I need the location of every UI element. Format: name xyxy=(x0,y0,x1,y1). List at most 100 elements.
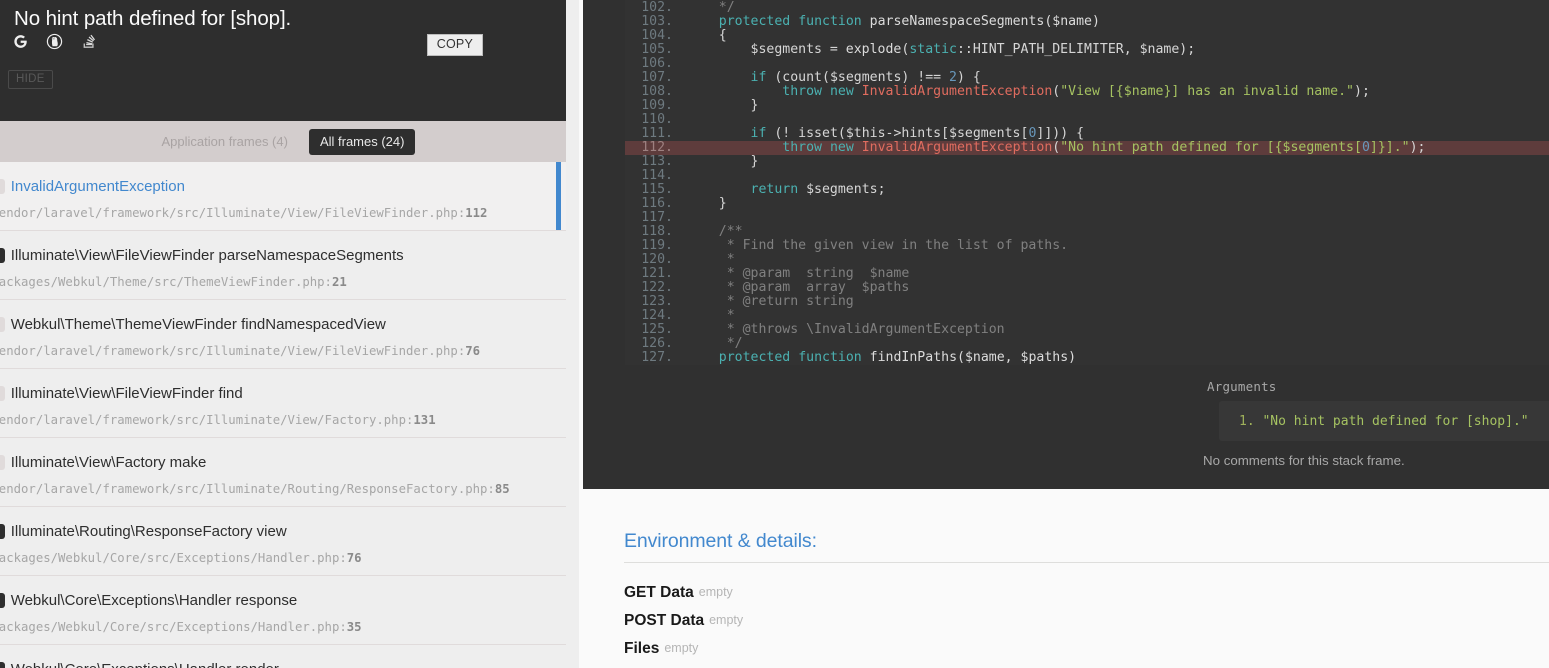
frame-row[interactable]: 21 Webkul\Theme\ThemeViewFinder findNames… xyxy=(0,300,566,369)
code-line: 117. xyxy=(625,211,1549,225)
code-token: "No hint path defined for [{$segments[ xyxy=(1060,140,1362,155)
code-line: 107. if (count($segments) !== 2) { xyxy=(625,71,1549,85)
code-line: 123. * @return string xyxy=(625,295,1549,309)
frame-number: 22 xyxy=(0,248,5,263)
code-token: InvalidArgumentException xyxy=(861,84,1053,99)
code-line: 115. return $segments; xyxy=(625,183,1549,197)
code-token: protected xyxy=(718,350,791,365)
code-token: if xyxy=(750,70,767,85)
code-line-number: 121. xyxy=(641,266,673,281)
hide-button[interactable]: HIDE xyxy=(8,70,53,89)
frame-file-path: /vendor/laravel/framework/src/Illuminate… xyxy=(0,344,481,358)
code-token: } xyxy=(687,98,759,113)
code-line: 126. */ xyxy=(625,337,1549,351)
frame-file-path: /vendor/laravel/framework/src/Illuminate… xyxy=(0,413,436,427)
frame-line-number: 85 xyxy=(494,482,510,496)
tab-all-frames[interactable]: All frames (24) xyxy=(308,128,416,155)
frame-label: Webkul\Theme\ThemeViewFinder findNamespa… xyxy=(10,316,386,333)
frame-label: Webkul\Core\Exceptions\Handler response xyxy=(10,592,298,609)
frame-label: InvalidArgumentException xyxy=(10,178,185,195)
code-token: * @param string $name xyxy=(687,266,910,281)
code-line-number: 115. xyxy=(641,182,673,197)
code-line-number: 126. xyxy=(641,336,673,351)
search-engines-row xyxy=(10,31,99,52)
frame-title: 22 Illuminate\View\FileViewFinder parseNa… xyxy=(0,247,566,265)
arguments-title: Arguments xyxy=(1207,379,1277,394)
frame-file-path: /packages/Webkul/Core/src/Exceptions/Han… xyxy=(0,620,362,634)
code-line-number: 104. xyxy=(641,28,673,43)
code-token: 2 xyxy=(949,70,957,85)
frames-list[interactable]: 23 InvalidArgumentException/vendor/larave… xyxy=(0,162,566,668)
google-search-icon[interactable] xyxy=(10,31,31,52)
frame-line-number: 76 xyxy=(465,344,481,358)
duckduckgo-search-icon[interactable] xyxy=(44,31,65,52)
code-token: "View [{$name}] has an invalid name." xyxy=(1060,84,1354,99)
environment-section: Environment & details: GET Data empty POST… xyxy=(579,489,1549,668)
code-line-number: 123. xyxy=(641,294,673,309)
environment-row-label: POST Data xyxy=(624,612,705,629)
code-line: 124. * xyxy=(625,309,1549,323)
code-line: 113. } xyxy=(625,155,1549,169)
code-line: 109. } xyxy=(625,99,1549,113)
whoops-error-page: No hint path defined for [shop]. COPY HI… xyxy=(0,0,1549,668)
code-line-number: 114. xyxy=(641,168,673,183)
environment-row-state: empty xyxy=(698,585,733,599)
code-token: } xyxy=(687,196,727,211)
environment-row: GET Data empty xyxy=(624,584,733,602)
frames-scrollbar-track[interactable] xyxy=(568,0,1146,668)
frame-row[interactable]: 20 Illuminate\View\FileViewFinder find/ve… xyxy=(0,369,566,438)
frame-title: 17 Webkul\Core\Exceptions\Handler respons… xyxy=(0,592,566,610)
code-token: throw xyxy=(782,140,822,155)
frame-row[interactable]: 23 InvalidArgumentException/vendor/larave… xyxy=(0,162,566,231)
code-token: new xyxy=(829,84,854,99)
code-line-number: 124. xyxy=(641,308,673,323)
code-token: * @throws \InvalidArgumentException xyxy=(687,322,1005,337)
left-panel: No hint path defined for [shop]. COPY HI… xyxy=(0,0,570,668)
code-token: throw xyxy=(782,84,822,99)
code-line: 104. { xyxy=(625,29,1549,43)
code-line-number: 127. xyxy=(641,350,673,365)
frame-label: Illuminate\View\FileViewFinder parseName… xyxy=(10,247,404,264)
argument-index: 1. xyxy=(1239,414,1255,429)
code-token: ) { xyxy=(957,70,981,85)
code-line: 108. throw new InvalidArgumentException(… xyxy=(625,85,1549,99)
code-token: */ xyxy=(718,0,735,15)
code-line-number: 109. xyxy=(641,98,673,113)
frame-number: 18 xyxy=(0,524,5,539)
code-line: 119. * Find the given view in the list o… xyxy=(625,239,1549,253)
code-token: InvalidArgumentException xyxy=(861,140,1053,155)
frame-row[interactable]: 18 Illuminate\Routing\ResponseFactory vie… xyxy=(0,507,566,576)
stackoverflow-search-icon[interactable] xyxy=(78,31,99,52)
code-token: if xyxy=(750,126,767,141)
environment-divider xyxy=(624,562,1549,563)
code-line-number: 110. xyxy=(641,112,673,127)
frame-row[interactable]: 16 Webkul\Core\Exceptions\Handler render xyxy=(0,645,566,668)
code-line: 106. xyxy=(625,57,1549,71)
code-token: function xyxy=(798,350,862,365)
code-token: * @param array $paths xyxy=(687,280,910,295)
code-token: */ xyxy=(687,336,743,351)
frame-file-path: /vendor/laravel/framework/src/Illuminate… xyxy=(0,482,510,496)
frame-title: 16 Webkul\Core\Exceptions\Handler render xyxy=(0,661,566,668)
frame-file-path: /vendor/laravel/framework/src/Illuminate… xyxy=(0,206,488,220)
code-line: 114. xyxy=(625,169,1549,183)
code-token: ); xyxy=(1409,140,1426,155)
code-viewer[interactable]: 102. */103. protected function parseName… xyxy=(625,0,1549,365)
copy-button[interactable]: COPY xyxy=(426,34,483,56)
frame-file-path: /packages/Webkul/Core/src/Exceptions/Han… xyxy=(0,551,362,565)
frame-row[interactable]: 17 Webkul\Core\Exceptions\Handler respons… xyxy=(0,576,566,645)
frame-row[interactable]: 19 Illuminate\View\Factory make/vendor/la… xyxy=(0,438,566,507)
tab-application-frames[interactable]: Application frames (4) xyxy=(151,129,299,155)
frame-row[interactable]: 22 Illuminate\View\FileViewFinder parseNa… xyxy=(0,231,566,300)
environment-row-label: Files xyxy=(624,640,660,657)
code-line: 122. * @param array $paths xyxy=(625,281,1549,295)
frame-number: 20 xyxy=(0,386,5,401)
frame-number: 21 xyxy=(0,317,5,332)
environment-row: Files empty xyxy=(624,640,698,658)
frame-number: 19 xyxy=(0,455,5,470)
